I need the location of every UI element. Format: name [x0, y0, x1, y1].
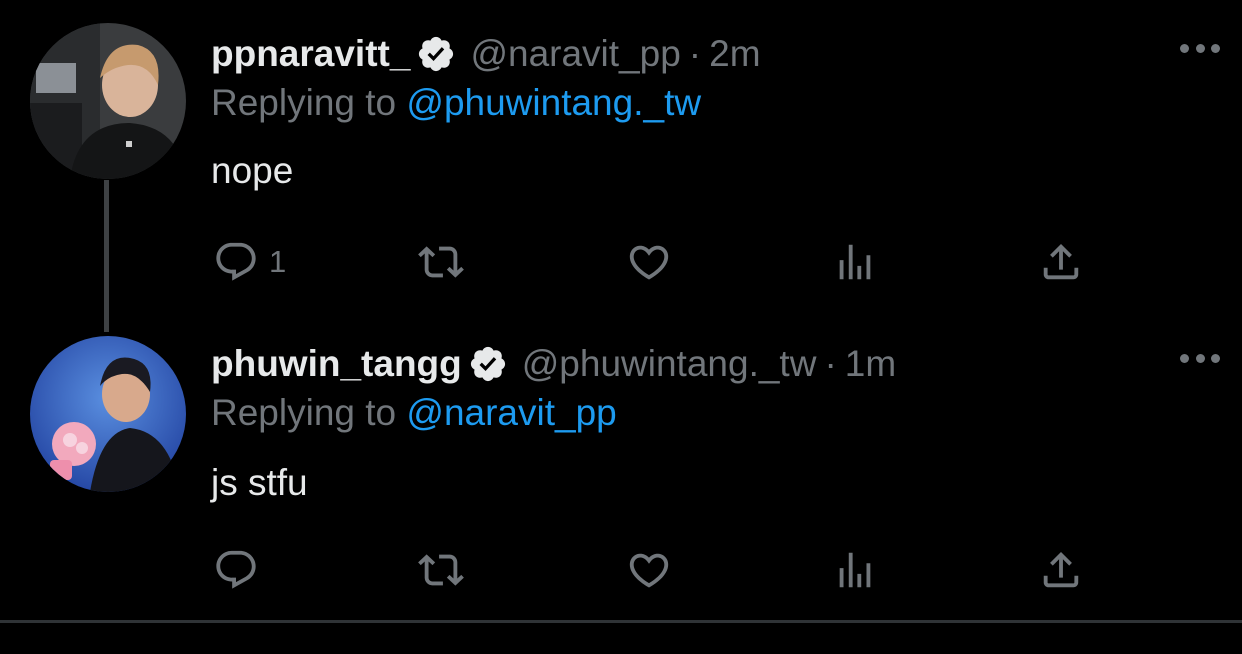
avatar[interactable]	[30, 23, 186, 179]
reply-icon	[213, 239, 259, 285]
like-button[interactable]	[626, 544, 672, 596]
tweet-actions	[0, 544, 1242, 596]
verified-badge-icon	[468, 344, 508, 384]
replying-to: Replying to @phuwintang._tw	[211, 80, 701, 126]
share-button[interactable]	[1038, 236, 1084, 288]
views-button[interactable]	[832, 236, 878, 288]
display-name[interactable]: phuwin_tangg	[211, 338, 462, 390]
more-icon[interactable]	[1180, 346, 1220, 370]
tweet-actions: 1	[0, 236, 1242, 288]
reply-button[interactable]	[213, 544, 269, 596]
display-name[interactable]: ppnaravitt_	[211, 28, 410, 80]
replying-to-label: Replying to	[211, 82, 397, 123]
verified-badge-icon	[416, 34, 456, 74]
views-icon	[832, 547, 878, 593]
avatar[interactable]	[30, 336, 186, 492]
retweet-icon	[418, 547, 464, 593]
views-icon	[832, 239, 878, 285]
share-icon	[1038, 239, 1084, 285]
replying-to-mention[interactable]: @phuwintang._tw	[406, 82, 701, 123]
retweet-button[interactable]	[418, 236, 464, 288]
separator-dot: ·	[688, 33, 702, 74]
more-icon[interactable]	[1180, 36, 1220, 60]
like-icon	[626, 239, 672, 285]
retweet-icon	[418, 239, 464, 285]
timestamp[interactable]: 2m	[709, 28, 760, 80]
user-handle[interactable]: @phuwintang._tw	[522, 338, 817, 390]
views-button[interactable]	[832, 544, 878, 596]
replying-to-label: Replying to	[211, 392, 397, 433]
replying-to: Replying to @naravit_pp	[211, 390, 617, 436]
like-button[interactable]	[626, 236, 672, 288]
tweet[interactable]: phuwin_tangg @phuwintang._tw · 1m Replyi…	[0, 318, 1242, 620]
user-handle[interactable]: @naravit_pp	[470, 28, 680, 80]
separator-dot: ·	[824, 343, 837, 384]
share-icon	[1038, 547, 1084, 593]
tweet-text: nope	[211, 150, 294, 191]
share-button[interactable]	[1038, 544, 1084, 596]
tweet-header: phuwin_tangg @phuwintang._tw · 1m	[211, 338, 896, 390]
retweet-button[interactable]	[418, 544, 464, 596]
tweet[interactable]: ppnaravitt_ @naravit_pp · 2m Replying to…	[0, 0, 1242, 320]
tweet-header: ppnaravitt_ @naravit_pp · 2m	[211, 28, 761, 80]
like-icon	[626, 547, 672, 593]
divider	[0, 620, 1242, 623]
tweet-text: js stfu	[211, 462, 308, 503]
reply-count: 1	[269, 244, 287, 279]
reply-button[interactable]: 1	[213, 236, 286, 288]
timestamp[interactable]: 1m	[845, 338, 896, 390]
reply-icon	[213, 547, 259, 593]
replying-to-mention[interactable]: @naravit_pp	[406, 392, 616, 433]
